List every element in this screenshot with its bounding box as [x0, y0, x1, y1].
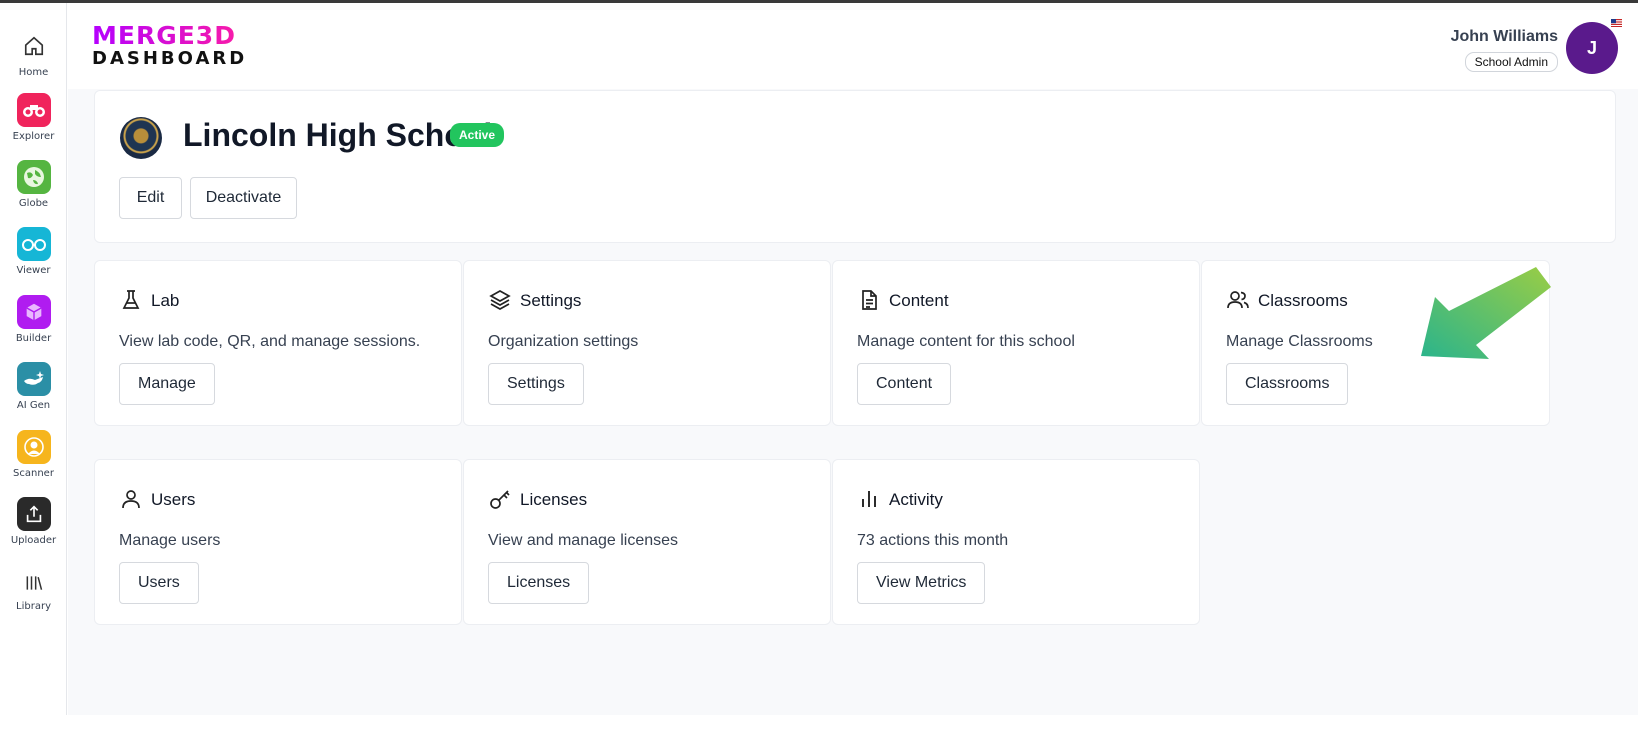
- edit-button[interactable]: Edit: [119, 177, 182, 219]
- logo-subtitle: DASHBOARD: [92, 48, 248, 69]
- sidebar-item-label: AI Gen: [16, 400, 51, 411]
- sidebar-item-scanner[interactable]: Scanner: [0, 430, 67, 479]
- card-description: Organization settings: [488, 333, 639, 350]
- school-name: Lincoln High School: [183, 117, 493, 153]
- sidebar-item-label: Viewer: [16, 265, 51, 276]
- annotation-arrow-icon: [1421, 267, 1551, 359]
- avatar-initial: J: [1586, 37, 1597, 58]
- card-title: Users: [151, 490, 196, 509]
- classrooms-button[interactable]: Classrooms: [1226, 363, 1349, 405]
- library-icon: [17, 569, 51, 597]
- card-title: Lab: [151, 291, 180, 310]
- user-icon: [119, 487, 143, 511]
- home-icon: [17, 29, 51, 63]
- key-icon: [488, 487, 512, 511]
- scanner-icon: [16, 430, 51, 464]
- sidebar-item-label: Builder: [15, 333, 52, 344]
- card-description: Manage users: [119, 532, 221, 549]
- sidebar-item-label: Library: [16, 601, 51, 612]
- sidebar-item-label: Explorer: [12, 131, 55, 142]
- layers-icon: [488, 288, 512, 312]
- sidebar-item-label: Scanner: [13, 468, 54, 479]
- sidebar-item-globe[interactable]: Globe: [0, 160, 67, 209]
- sidebar-item-label: Uploader: [10, 535, 57, 546]
- card-title: Activity: [889, 490, 943, 509]
- sidebar-item-builder[interactable]: Builder: [0, 295, 67, 344]
- globe-icon: [16, 160, 51, 194]
- sidebar-item-viewer[interactable]: Viewer: [0, 227, 67, 276]
- users-icon: [1226, 288, 1250, 312]
- cube-icon: [16, 295, 51, 329]
- card-lab: Lab View lab code, QR, and manage sessio…: [94, 260, 462, 426]
- card-description: View lab code, QR, and manage sessions.: [119, 333, 421, 350]
- sidebar-item-uploader[interactable]: Uploader: [0, 497, 67, 546]
- card-settings: Settings Organization settings Settings: [463, 260, 831, 426]
- card-title: Content: [889, 291, 949, 310]
- top-header: MERGE3D DASHBOARD John Williams School A…: [68, 3, 1638, 89]
- view-metrics-button[interactable]: View Metrics: [857, 562, 986, 604]
- user-menu[interactable]: John Williams School Admin J: [1438, 19, 1622, 74]
- card-content: Content Manage content for this school C…: [832, 260, 1200, 426]
- glasses-icon: [16, 227, 51, 261]
- sidebar-item-label: Globe: [18, 198, 49, 209]
- school-logo: [120, 117, 162, 159]
- card-title: Licenses: [520, 490, 588, 509]
- card-licenses: Licenses View and manage licenses Licens…: [463, 459, 831, 625]
- sidebar-item-label: Home: [18, 67, 49, 78]
- deactivate-button[interactable]: Deactivate: [190, 177, 297, 219]
- card-description: 73 actions this month: [857, 532, 1009, 549]
- card-users: Users Manage users Users: [94, 459, 462, 625]
- upload-icon: [16, 497, 51, 531]
- flask-icon: [119, 288, 143, 312]
- manage-button[interactable]: Manage: [119, 363, 215, 405]
- user-name: John Williams: [1450, 28, 1558, 45]
- licenses-button[interactable]: Licenses: [488, 562, 590, 604]
- school-summary-card: Lincoln High School Active Edit Deactiva…: [94, 90, 1616, 243]
- sidebar-item-ai-gen[interactable]: AI Gen: [0, 362, 67, 411]
- app-sidebar: Home Explorer Globe Viewer Builder AI Ge…: [0, 3, 67, 715]
- user-role-badge: School Admin: [1464, 52, 1558, 72]
- card-activity: Activity 73 actions this month View Metr…: [832, 459, 1200, 625]
- settings-button[interactable]: Settings: [488, 363, 584, 405]
- sidebar-item-explorer[interactable]: Explorer: [0, 93, 67, 142]
- binoculars-icon: [16, 93, 51, 127]
- card-description: Manage content for this school: [857, 333, 1075, 350]
- bar-chart-icon: [857, 487, 881, 511]
- logo-wordmark: MERGE3D: [92, 23, 252, 49]
- document-icon: [857, 288, 881, 312]
- genie-lamp-icon: [16, 362, 51, 396]
- status-badge: Active: [450, 123, 505, 147]
- card-title: Classrooms: [1258, 291, 1348, 310]
- merge3d-logo[interactable]: MERGE3D DASHBOARD: [92, 23, 252, 71]
- card-description: Manage Classrooms: [1226, 333, 1373, 350]
- us-flag-icon: [1611, 19, 1622, 30]
- users-button[interactable]: Users: [119, 562, 199, 604]
- main-content: MERGE3D DASHBOARD John Williams School A…: [68, 3, 1638, 715]
- content-button[interactable]: Content: [857, 363, 952, 405]
- card-title: Settings: [520, 291, 582, 310]
- sidebar-item-library[interactable]: Library: [0, 569, 67, 612]
- card-description: View and manage licenses: [488, 532, 679, 549]
- sidebar-item-home[interactable]: Home: [0, 29, 67, 78]
